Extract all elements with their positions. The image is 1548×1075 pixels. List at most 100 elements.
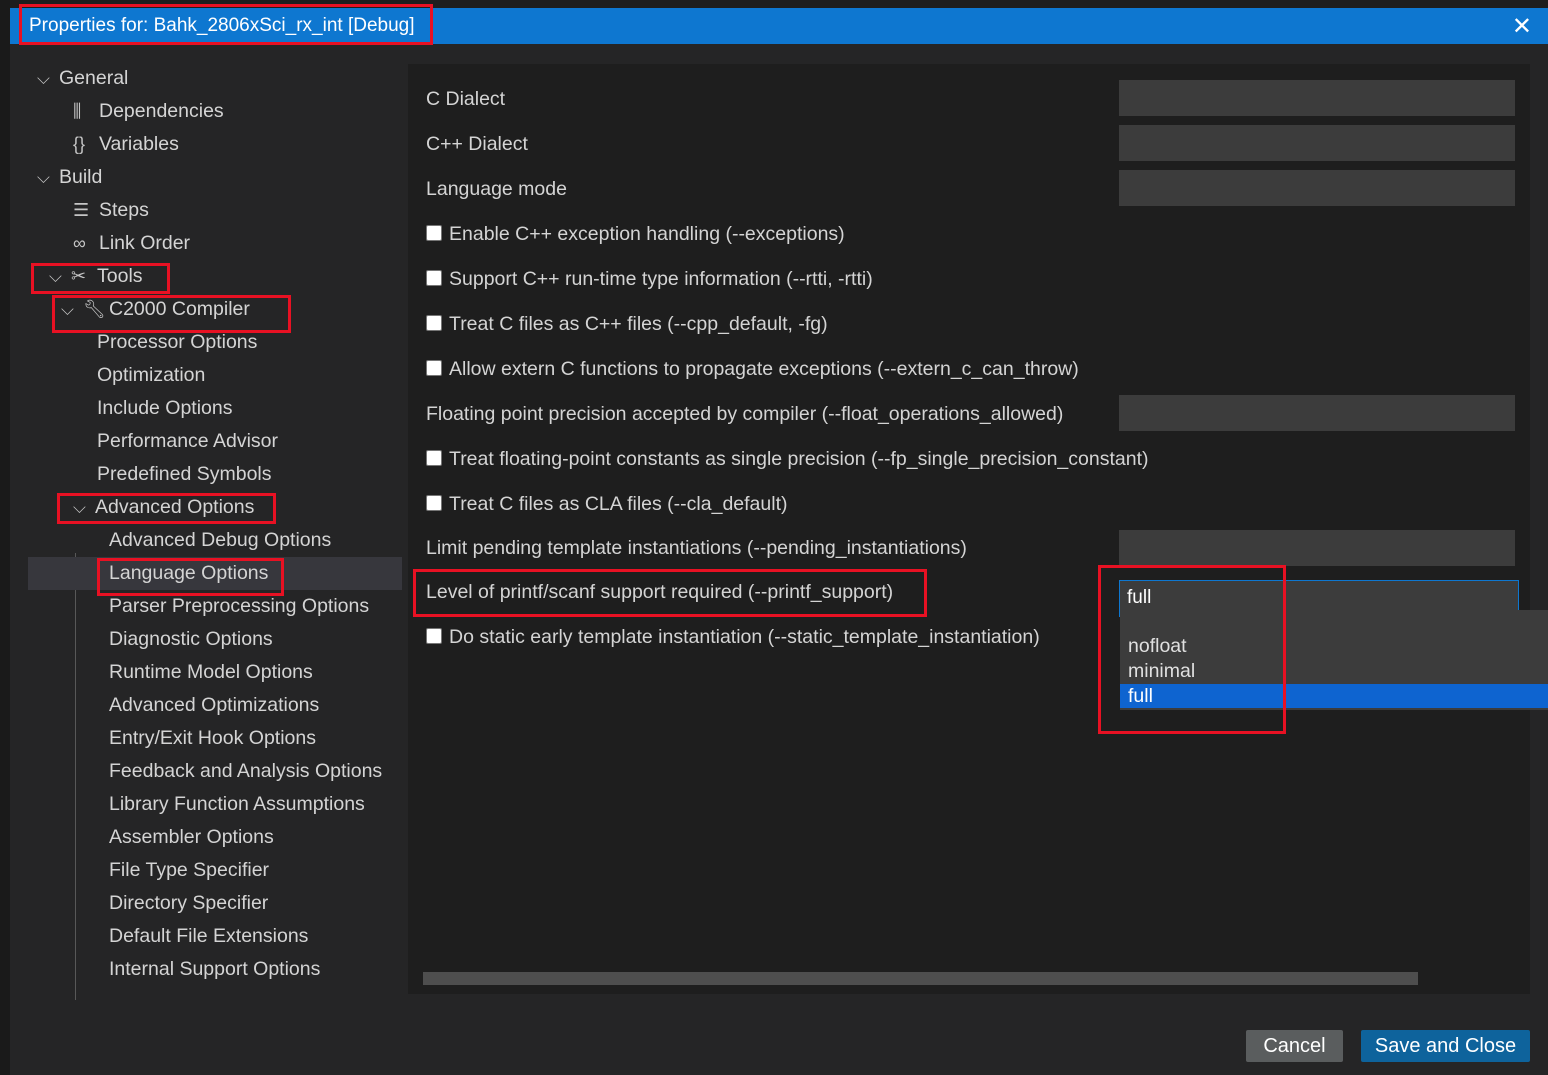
static-template-option[interactable]: Do static early template instantiation (… — [426, 626, 1040, 649]
tree-item-runtime-model-options[interactable]: Runtime Model Options — [109, 656, 313, 689]
tree-item-include-options[interactable]: Include Options — [97, 392, 233, 425]
dialog-titlebar: Properties for: Bahk_2806xSci_rx_int [De… — [10, 8, 1548, 44]
tree-item-label: Predefined Symbols — [97, 463, 272, 485]
tree-item-label: Performance Advisor — [97, 430, 278, 452]
printf-support-label: Level of printf/scanf support required (… — [426, 581, 894, 603]
tree-guide-line — [75, 553, 76, 1000]
rtti-label: Support C++ run-time type information (-… — [449, 268, 873, 290]
dialog-title: Properties for: Bahk_2806xSci_rx_int [De… — [29, 15, 415, 36]
tree-item-label: C2000 Compiler — [109, 298, 250, 320]
tree-item-entry-exit-hook-options[interactable]: Entry/Exit Hook Options — [109, 722, 316, 755]
tree-item-optimization[interactable]: Optimization — [97, 359, 205, 392]
tree-item-diagnostic-options[interactable]: Diagnostic Options — [109, 623, 273, 656]
dropdown-option-full[interactable]: full — [1120, 684, 1548, 708]
exceptions-checkbox[interactable] — [426, 225, 442, 241]
float-operations-select[interactable] — [1119, 395, 1515, 431]
tree-item-label: Include Options — [97, 397, 233, 419]
tree-item-label: Tools — [97, 265, 143, 287]
chevron-down-icon: ⌵ — [37, 69, 50, 88]
settings-tree: ⌵ General ⫼ Dependencies {} Variables ⌵ Buil… — [10, 44, 410, 1044]
tree-item-label: General — [59, 67, 129, 89]
tree-item-feedback-analysis-options[interactable]: Feedback and Analysis Options — [109, 755, 382, 788]
rtti-option[interactable]: Support C++ run-time type information (-… — [426, 268, 873, 291]
tree-item-default-file-extensions[interactable]: Default File Extensions — [109, 920, 308, 953]
cancel-button[interactable]: Cancel — [1246, 1030, 1343, 1062]
tree-item-general[interactable]: ⌵ General — [37, 62, 128, 95]
fp-single-label: Treat floating-point constants as single… — [449, 448, 1149, 470]
tree-item-label: Runtime Model Options — [109, 661, 313, 683]
chevron-down-icon: ⌵ — [49, 267, 62, 286]
rtti-checkbox[interactable] — [426, 270, 442, 286]
dropdown-option-minimal[interactable]: minimal — [1120, 659, 1548, 683]
fp-single-checkbox[interactable] — [426, 450, 442, 466]
cpp-default-checkbox[interactable] — [426, 315, 442, 331]
tree-item-variables[interactable]: {} Variables — [73, 128, 179, 161]
tree-item-label: Processor Options — [97, 331, 258, 353]
exceptions-option[interactable]: Enable C++ exception handling (--excepti… — [426, 223, 845, 246]
tree-item-advanced-optimizations[interactable]: Advanced Optimizations — [109, 689, 319, 722]
tree-item-advanced-debug-options[interactable]: Advanced Debug Options — [109, 524, 331, 557]
tree-item-processor-options[interactable]: Processor Options — [97, 326, 257, 359]
c-dialect-select[interactable] — [1119, 80, 1515, 116]
horizontal-scrollbar[interactable] — [423, 972, 1418, 985]
tree-item-link-order[interactable]: ∞ Link Order — [73, 227, 190, 260]
printf-support-value: full — [1127, 587, 1152, 608]
close-icon[interactable]: ✕ — [1512, 12, 1532, 41]
variable-braces-icon: {} — [73, 134, 86, 154]
tree-item-language-options[interactable]: Language Options — [28, 557, 402, 590]
language-mode-select[interactable] — [1119, 170, 1515, 206]
list-icon: ☰ — [73, 200, 90, 220]
extern-c-option[interactable]: Allow extern C functions to propagate ex… — [426, 358, 1079, 381]
tree-item-library-function-assumptions[interactable]: Library Function Assumptions — [109, 788, 365, 821]
tree-item-build[interactable]: ⌵ Build — [37, 161, 102, 194]
tree-item-label: Internal Support Options — [109, 958, 321, 980]
chevron-down-icon: ⌵ — [37, 168, 50, 187]
cpp-dialect-label: C++ Dialect — [426, 133, 528, 155]
tree-item-steps[interactable]: ☰ Steps — [73, 194, 149, 227]
tree-item-file-type-specifier[interactable]: File Type Specifier — [109, 854, 269, 887]
static-template-label: Do static early template instantiation (… — [449, 626, 1040, 648]
c-dialect-label: C Dialect — [426, 88, 506, 110]
tree-item-assembler-options[interactable]: Assembler Options — [109, 821, 274, 854]
float-operations-label: Floating point precision accepted by com… — [426, 403, 1064, 425]
chevron-down-icon: ⌵ — [61, 300, 74, 319]
cla-default-checkbox[interactable] — [426, 495, 442, 511]
properties-dialog: Properties for: Bahk_2806xSci_rx_int [De… — [10, 4, 1548, 1075]
static-template-checkbox[interactable] — [426, 628, 442, 644]
tree-item-label: Parser Preprocessing Options — [109, 595, 370, 617]
tree-item-label: Library Function Assumptions — [109, 793, 365, 815]
tree-item-label: Dependencies — [99, 100, 224, 122]
language-options-panel: C Dialect C++ Dialect Language mode Enab… — [408, 64, 1530, 994]
tree-item-label: Feedback and Analysis Options — [109, 760, 383, 782]
pending-instantiations-input[interactable] — [1119, 530, 1515, 566]
save-and-close-button[interactable]: Save and Close — [1361, 1030, 1530, 1062]
tree-item-label: Default File Extensions — [109, 925, 309, 947]
tree-item-label: Optimization — [97, 364, 206, 386]
tree-item-label: Advanced Debug Options — [109, 529, 332, 551]
cpp-dialect-select[interactable] — [1119, 125, 1515, 161]
tree-item-label: Language Options — [109, 562, 269, 584]
tree-item-label: Link Order — [99, 232, 191, 254]
tree-item-label: Directory Specifier — [109, 892, 269, 914]
tree-item-internal-support-options[interactable]: Internal Support Options — [109, 953, 320, 986]
tree-item-predefined-symbols[interactable]: Predefined Symbols — [97, 458, 272, 491]
tree-item-c2000-compiler[interactable]: ⌵ 🔧︎ C2000 Compiler — [61, 293, 250, 326]
dropdown-option-nofloat[interactable]: nofloat — [1120, 634, 1548, 658]
tree-item-parser-preprocessing-options[interactable]: Parser Preprocessing Options — [109, 590, 369, 623]
extern-c-label: Allow extern C functions to propagate ex… — [449, 358, 1079, 380]
tree-item-dependencies[interactable]: ⫼ Dependencies — [73, 95, 224, 128]
cpp-default-option[interactable]: Treat C files as C++ files (--cpp_defaul… — [426, 313, 828, 336]
printf-support-dropdown-list: nofloat minimal full — [1120, 610, 1548, 710]
tree-item-label: Variables — [99, 133, 179, 155]
tree-item-label: Entry/Exit Hook Options — [109, 727, 316, 749]
fp-single-option[interactable]: Treat floating-point constants as single… — [426, 448, 1148, 471]
tree-item-directory-specifier[interactable]: Directory Specifier — [109, 887, 268, 920]
cla-default-option[interactable]: Treat C files as CLA files (--cla_defaul… — [426, 493, 787, 516]
tree-item-tools[interactable]: ⌵ ✂ Tools — [49, 260, 143, 293]
tree-item-advanced-options[interactable]: ⌵ Advanced Options — [73, 491, 254, 524]
chevron-down-icon: ⌵ — [73, 498, 86, 517]
tree-item-label: Assembler Options — [109, 826, 274, 848]
tree-item-performance-advisor[interactable]: Performance Advisor — [97, 425, 278, 458]
extern-c-checkbox[interactable] — [426, 360, 442, 376]
pending-instantiations-label: Limit pending template instantiations (-… — [426, 537, 967, 559]
